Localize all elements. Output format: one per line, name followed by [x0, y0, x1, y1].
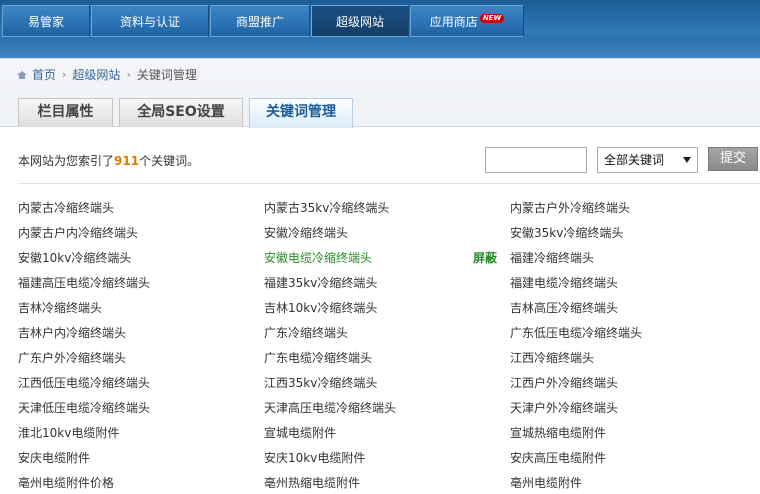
tab-column-properties[interactable]: 栏目属性 [18, 98, 113, 127]
nav-item-profile-auth[interactable]: 资料与认证 [91, 5, 209, 37]
keyword-row: 天津低压电缆冷缩终端头 天津高压电缆冷缩终端头 天津户外冷缩终端头 [18, 395, 760, 420]
nav-item-label: 易管家 [27, 15, 64, 29]
keyword-item[interactable]: 安庆高压电缆附件 [510, 449, 606, 466]
tab-keyword-management[interactable]: 关键词管理 [249, 98, 353, 128]
keyword-item[interactable]: 内蒙古35kv冷缩终端头 [264, 199, 389, 216]
keyword-item[interactable]: 内蒙古户内冷缩终端头 [18, 224, 138, 241]
keyword-row: 内蒙古冷缩终端头 内蒙古35kv冷缩终端头 内蒙古户外冷缩终端头 [18, 195, 760, 220]
top-navigation-bar: 易管家 资料与认证 商盟推广 超级网站 应用商店 NEW [0, 0, 760, 58]
keyword-row: 淮北10kv电缆附件 宣城电缆附件 宣城热缩电缆附件 [18, 420, 760, 445]
keyword-row: 亳州电缆附件价格 亳州热缩电缆附件 亳州电缆附件 [18, 470, 760, 494]
keyword-row: 广东户外冷缩终端头 广东电缆冷缩终端头 江西冷缩终端头 [18, 345, 760, 370]
breadcrumb-separator: › [126, 67, 131, 81]
breadcrumb-current: 关键词管理 [136, 67, 197, 82]
keyword-count: 911 [114, 154, 140, 168]
keyword-item[interactable]: 宣城热缩电缆附件 [510, 424, 606, 441]
keyword-item[interactable]: 广东冷缩终端头 [264, 324, 348, 341]
keyword-item[interactable]: 安徽35kv冷缩终端头 [510, 224, 623, 241]
keyword-item[interactable]: 福建电缆冷缩终端头 [510, 274, 618, 291]
nav-item-alliance-promo[interactable]: 商盟推广 [210, 5, 310, 37]
breadcrumb: 首页 › 超级网站 › 关键词管理 [17, 66, 197, 82]
block-keyword-link[interactable]: 屏蔽 [473, 249, 497, 266]
summary-suffix: 个关键词。 [139, 154, 200, 168]
keyword-item[interactable]: 江西低压电缆冷缩终端头 [18, 374, 150, 391]
keyword-item[interactable]: 广东电缆冷缩终端头 [264, 349, 372, 366]
main-nav: 易管家 资料与认证 商盟推广 超级网站 应用商店 NEW [2, 5, 525, 37]
tab-global-seo[interactable]: 全局SEO设置 [119, 98, 243, 127]
keyword-item[interactable]: 福建高压电缆冷缩终端头 [18, 274, 150, 291]
keyword-item[interactable]: 天津户外冷缩终端头 [510, 399, 618, 416]
keyword-row: 吉林户内冷缩终端头 广东冷缩终端头 广东低压电缆冷缩终端头 [18, 320, 760, 345]
keyword-item[interactable]: 江西户外冷缩终端头 [510, 374, 618, 391]
nav-band [0, 40, 760, 58]
keyword-item[interactable]: 天津高压电缆冷缩终端头 [264, 399, 396, 416]
keyword-item[interactable]: 内蒙古户外冷缩终端头 [510, 199, 630, 216]
keyword-grid: 内蒙古冷缩终端头 内蒙古35kv冷缩终端头 内蒙古户外冷缩终端头内蒙古户内冷缩终端头… [18, 195, 760, 494]
keyword-search-input[interactable] [485, 147, 587, 173]
keyword-item[interactable]: 天津低压电缆冷缩终端头 [18, 399, 150, 416]
keyword-item[interactable]: 宣城电缆附件 [264, 424, 336, 441]
keyword-item[interactable]: 吉林高压冷缩终端头 [510, 299, 618, 316]
keyword-item[interactable]: 福建35kv冷缩终端头 [264, 274, 377, 291]
keyword-row: 吉林冷缩终端头 吉林10kv冷缩终端头 吉林高压冷缩终端头 [18, 295, 760, 320]
keyword-item[interactable]: 吉林10kv冷缩终端头 [264, 299, 377, 316]
nav-item-yiguanjia[interactable]: 易管家 [2, 5, 90, 37]
keyword-row: 福建高压电缆冷缩终端头 福建35kv冷缩终端头 福建电缆冷缩终端头 [18, 270, 760, 295]
keyword-item[interactable]: 亳州电缆附件 [510, 474, 582, 491]
panel-header: 首页 › 超级网站 › 关键词管理 栏目属性 全局SEO设置 关键词管理 [0, 59, 760, 128]
keyword-item[interactable]: 吉林冷缩终端头 [18, 299, 102, 316]
nav-item-label: 资料与认证 [119, 15, 180, 29]
keyword-item[interactable]: 安徽10kv冷缩终端头 [18, 249, 131, 266]
divider [18, 183, 760, 184]
nav-item-label: 超级网站 [335, 15, 384, 29]
tab-bar: 栏目属性 全局SEO设置 关键词管理 [18, 98, 359, 128]
keyword-item[interactable]: 江西冷缩终端头 [510, 349, 594, 366]
keyword-row: 内蒙古户内冷缩终端头 安徽冷缩终端头 安徽35kv冷缩终端头 [18, 220, 760, 245]
breadcrumb-home[interactable]: 首页 [32, 66, 56, 83]
keyword-item[interactable]: 吉林户内冷缩终端头 [18, 324, 126, 341]
nav-item-label: 商盟推广 [235, 15, 284, 29]
keyword-summary: 本网站为您索引了911个关键词。 [18, 152, 199, 169]
keyword-item[interactable]: 内蒙古冷缩终端头 [18, 199, 114, 216]
keyword-row: 安庆电缆附件 安庆10kv电缆附件 安庆高压电缆附件 [18, 445, 760, 470]
home-icon [17, 70, 27, 79]
keyword-filter-select[interactable]: 全部关键词 [597, 147, 698, 173]
keyword-row: 安徽10kv冷缩终端头 安徽电缆冷缩终端头 福建冷缩终端头 屏蔽 [18, 245, 760, 270]
content-panel: 首页 › 超级网站 › 关键词管理 栏目属性 全局SEO设置 关键词管理 本网站… [0, 58, 760, 494]
keyword-item[interactable]: 安庆10kv电缆附件 [264, 449, 365, 466]
summary-prefix: 本网站为您索引了 [18, 154, 115, 168]
keyword-item-hovered[interactable]: 安徽电缆冷缩终端头 [264, 249, 372, 266]
nav-item-label: 应用商店 [429, 15, 478, 29]
keyword-item[interactable]: 江西35kv冷缩终端头 [264, 374, 377, 391]
chevron-down-icon [683, 157, 691, 163]
keyword-item[interactable]: 广东户外冷缩终端头 [18, 349, 126, 366]
keyword-item[interactable]: 亳州热缩电缆附件 [264, 474, 360, 491]
breadcrumb-super-website[interactable]: 超级网站 [72, 66, 120, 83]
select-value: 全部关键词 [604, 153, 665, 167]
new-badge: NEW [479, 14, 505, 23]
keyword-item[interactable]: 安庆电缆附件 [18, 449, 90, 466]
keyword-item[interactable]: 淮北10kv电缆附件 [18, 424, 119, 441]
keyword-item[interactable]: 广东低压电缆冷缩终端头 [510, 324, 642, 341]
keyword-item[interactable]: 安徽冷缩终端头 [264, 224, 348, 241]
breadcrumb-separator: › [62, 67, 67, 81]
keyword-item[interactable]: 福建冷缩终端头 [510, 249, 594, 266]
submit-button[interactable]: 提交 [708, 147, 758, 171]
nav-item-super-website[interactable]: 超级网站 [311, 5, 409, 37]
keyword-item[interactable]: 亳州电缆附件价格 [18, 474, 114, 491]
nav-item-app-store[interactable]: 应用商店 NEW [410, 5, 524, 37]
keyword-row: 江西低压电缆冷缩终端头 江西35kv冷缩终端头 江西户外冷缩终端头 [18, 370, 760, 395]
